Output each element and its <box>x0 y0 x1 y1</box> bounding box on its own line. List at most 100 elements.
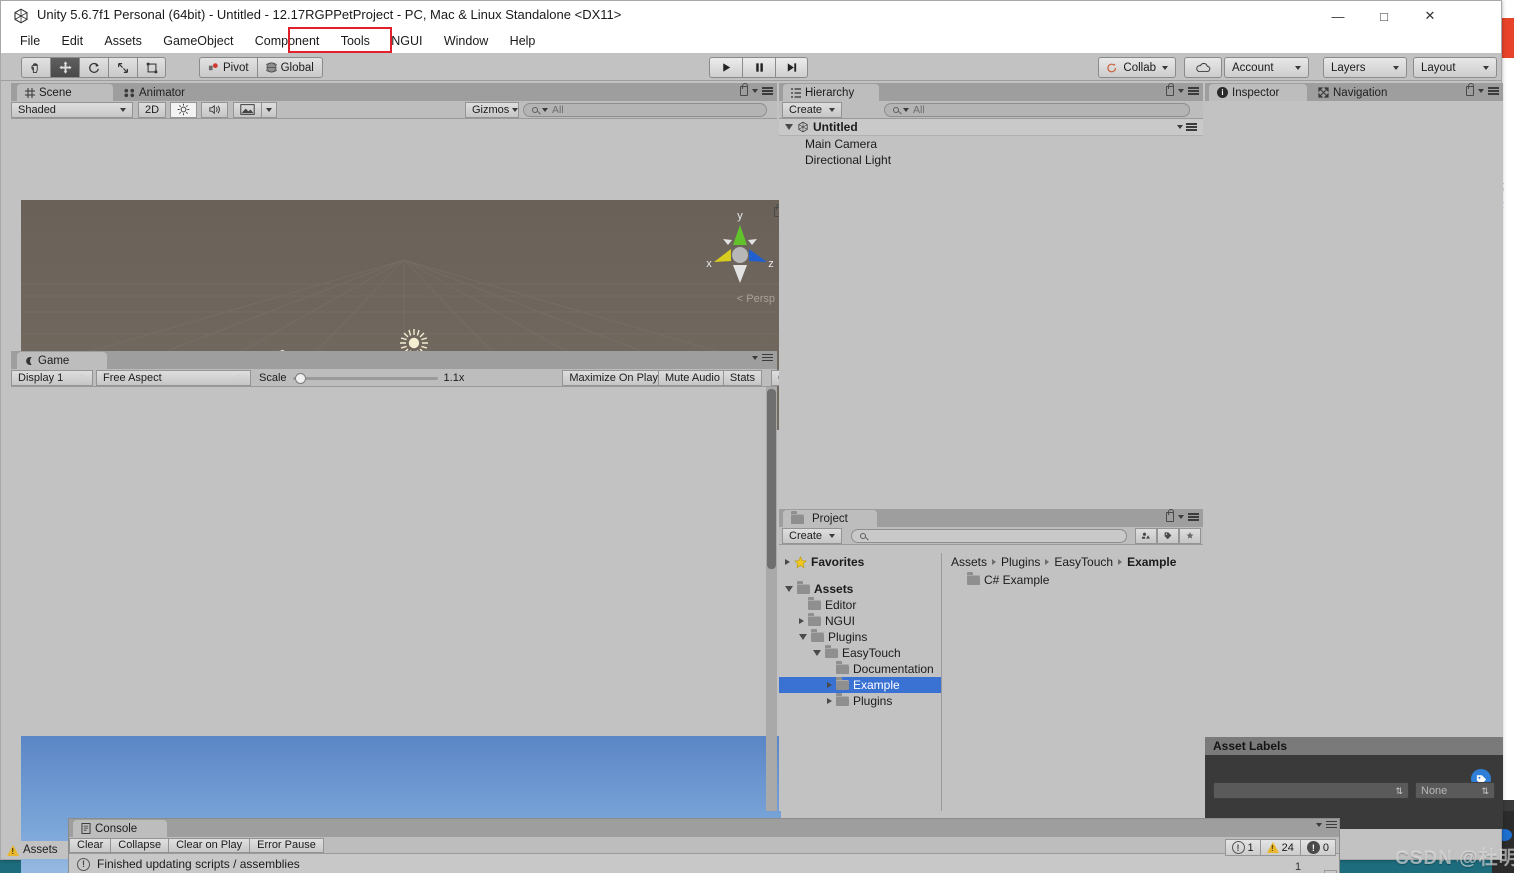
account-button[interactable]: Account <box>1224 57 1309 78</box>
console-clear-button[interactable]: Clear <box>69 837 112 853</box>
pause-button[interactable] <box>742 57 775 78</box>
project-panel-controls[interactable] <box>1166 509 1199 522</box>
panel-menu-icon[interactable] <box>1488 87 1499 95</box>
project-tree-item-documentation[interactable]: Documentation <box>779 661 941 677</box>
chevron-expanded-icon[interactable] <box>799 634 807 640</box>
console-panel-controls[interactable] <box>1316 821 1337 829</box>
stats-button[interactable]: Stats <box>722 369 762 386</box>
menu-edit[interactable]: Edit <box>53 31 93 52</box>
project-tree-item-plugins[interactable]: Plugins <box>779 693 941 709</box>
scene-panel-controls[interactable] <box>740 83 773 96</box>
chevron-expanded-icon[interactable] <box>785 124 793 130</box>
project-content-item[interactable]: C# Example <box>943 571 1203 588</box>
chevron-down-icon[interactable] <box>752 89 758 93</box>
hierarchy-search-input[interactable]: All <box>884 102 1190 117</box>
layers-button[interactable]: Layers <box>1323 57 1407 78</box>
scale-tool-button[interactable] <box>108 57 137 78</box>
project-search-input[interactable] <box>851 528 1127 543</box>
chevron-down-icon[interactable] <box>1478 89 1484 93</box>
mute-audio-button[interactable]: Mute Audio <box>657 369 727 386</box>
console-warning-count[interactable]: 24 <box>1260 839 1301 856</box>
tab-hierarchy[interactable]: Hierarchy <box>783 84 879 101</box>
filter-by-type-button[interactable] <box>1135 527 1157 544</box>
move-tool-button[interactable] <box>50 57 79 78</box>
tab-animator[interactable]: Animator <box>116 84 212 101</box>
tab-navigation[interactable]: Navigation <box>1310 84 1410 101</box>
scene-fx-dropdown[interactable] <box>262 101 278 118</box>
chevron-collapsed-icon[interactable] <box>799 618 804 624</box>
hierarchy-panel-controls[interactable] <box>1166 83 1199 96</box>
chevron-down-icon[interactable] <box>1316 822 1322 827</box>
project-tree-item-ngui[interactable]: NGUI <box>779 613 941 629</box>
game-panel-controls[interactable] <box>752 354 773 362</box>
scene-projection-label[interactable]: < Persp <box>737 293 775 305</box>
menu-file[interactable]: File <box>11 31 49 52</box>
scale-slider[interactable] <box>292 372 438 384</box>
maximize-button[interactable]: □ <box>1361 1 1407 31</box>
scene-lighting-toggle[interactable] <box>170 101 198 118</box>
breadcrumb-item[interactable]: Assets <box>951 555 987 569</box>
rotate-tool-button[interactable] <box>79 57 108 78</box>
chevron-collapsed-icon[interactable] <box>827 698 832 704</box>
tab-inspector[interactable]: i Inspector <box>1209 84 1307 101</box>
chevron-down-icon[interactable] <box>1178 515 1184 519</box>
tab-console[interactable]: Console <box>73 820 167 837</box>
layout-button[interactable]: Layout <box>1413 57 1497 78</box>
menu-tools[interactable]: Tools <box>332 31 379 52</box>
console-message-row[interactable]: ! Finished updating scripts / assemblies <box>69 854 1339 873</box>
breadcrumb-item-current[interactable]: Example <box>1127 555 1176 569</box>
menu-ngui[interactable]: NGUI <box>382 31 431 52</box>
lock-icon[interactable] <box>1166 509 1175 522</box>
project-tree-item-easytouch[interactable]: EasyTouch <box>779 645 941 661</box>
hierarchy-scene-row[interactable]: Untitled <box>779 119 1203 136</box>
panel-menu-icon[interactable] <box>1326 821 1337 829</box>
project-tree-item-example[interactable]: Example <box>779 677 941 693</box>
hierarchy-scene-menu[interactable] <box>1177 123 1197 131</box>
breadcrumb-item[interactable]: EasyTouch <box>1054 555 1113 569</box>
play-button[interactable] <box>709 57 742 78</box>
scale-slider-group[interactable]: Scale 1.1x <box>259 372 464 384</box>
console-collapse-button[interactable]: Collapse <box>111 837 170 853</box>
breadcrumb-item[interactable]: Plugins <box>1001 555 1040 569</box>
rect-tool-button[interactable] <box>137 57 166 78</box>
chevron-collapsed-icon[interactable] <box>785 559 790 565</box>
aspect-dropdown[interactable]: Free Aspect ⇅ <box>96 369 251 386</box>
pivot-toggle-button[interactable]: Pivot <box>199 57 257 78</box>
chevron-collapsed-icon[interactable] <box>827 682 832 688</box>
hand-tool-button[interactable] <box>21 57 50 78</box>
chevron-down-icon[interactable] <box>1178 89 1184 93</box>
maximize-on-play-button[interactable]: Maximize On Play <box>562 369 665 386</box>
panel-menu-icon[interactable] <box>762 354 773 362</box>
game-scrollbar[interactable] <box>766 387 777 811</box>
panel-menu-icon[interactable] <box>1188 513 1199 521</box>
asset-label-none-dropdown[interactable]: None ⇅ <box>1415 782 1495 799</box>
slider-handle[interactable] <box>294 372 306 384</box>
project-tree-item-assets[interactable]: Assets <box>779 581 941 597</box>
menu-help[interactable]: Help <box>501 31 545 52</box>
hierarchy-create-button[interactable]: Create <box>782 101 842 118</box>
chevron-down-icon[interactable] <box>1177 124 1183 129</box>
favorite-button[interactable] <box>1179 527 1201 544</box>
filter-by-label-button[interactable] <box>1157 527 1179 544</box>
2d-toggle-button[interactable]: 2D <box>138 101 167 118</box>
close-button[interactable]: ✕ <box>1407 1 1453 31</box>
menu-component[interactable]: Component <box>246 31 329 52</box>
project-favorites-row[interactable]: Favorites <box>779 553 941 571</box>
hierarchy-item-main-camera[interactable]: Main Camera <box>779 136 1203 152</box>
minimize-button[interactable]: — <box>1315 1 1361 31</box>
collab-button[interactable]: Collab <box>1098 57 1176 78</box>
panel-menu-icon[interactable] <box>762 87 773 95</box>
gizmos-dropdown[interactable]: Gizmos <box>465 101 519 118</box>
panel-menu-icon[interactable] <box>1186 123 1197 131</box>
tab-scene[interactable]: Scene <box>17 84 113 101</box>
cloud-button[interactable] <box>1184 57 1222 78</box>
console-error-pause-button[interactable]: Error Pause <box>250 837 324 853</box>
chevron-expanded-icon[interactable] <box>785 586 793 592</box>
tab-game[interactable]: Game <box>17 352 107 369</box>
scene-fx-toggle[interactable] <box>233 101 263 118</box>
project-tree-item-plugins[interactable]: Plugins <box>779 629 941 645</box>
console-info-count[interactable]: ! 1 <box>1224 839 1261 856</box>
console-clear-on-play-button[interactable]: Clear on Play <box>169 837 251 853</box>
lock-icon[interactable] <box>1466 83 1475 96</box>
menu-window[interactable]: Window <box>435 31 497 52</box>
